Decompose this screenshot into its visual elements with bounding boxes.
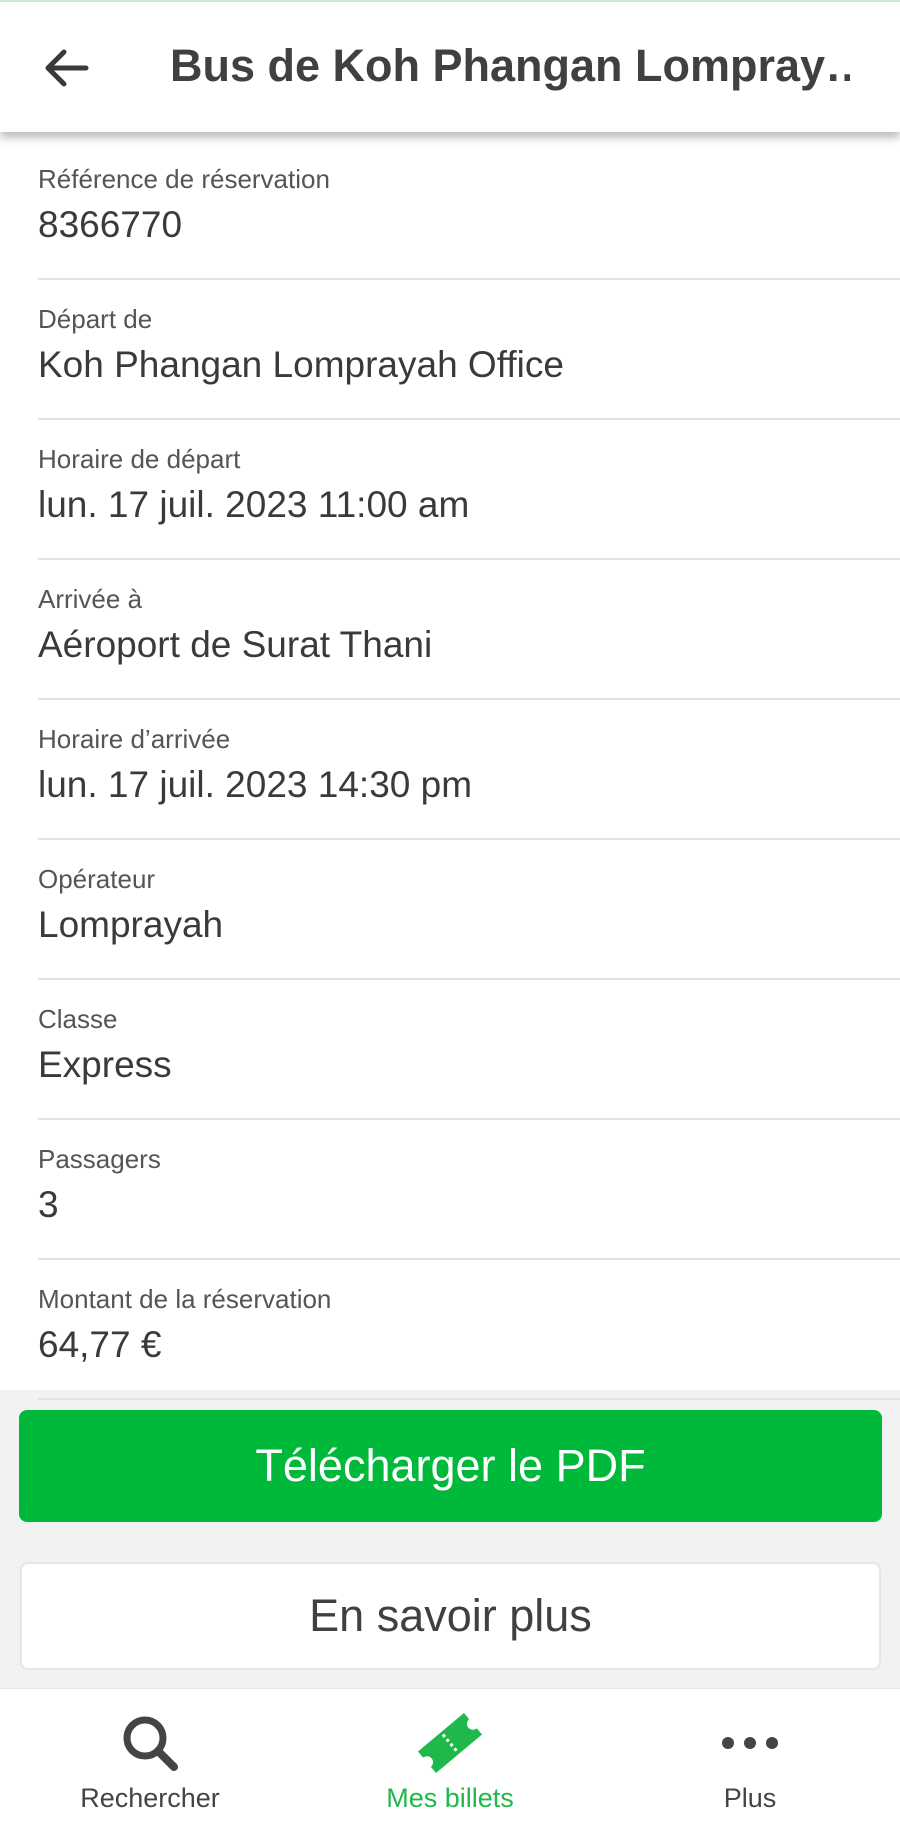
nav-item-search[interactable]: Rechercher: [0, 1689, 300, 1827]
nav-label-more: Plus: [723, 1783, 777, 1813]
bottom-navigation: Rechercher Mes billets Plus: [0, 1688, 900, 1827]
detail-value: lun. 17 juil. 2023 14:30 pm: [38, 764, 473, 805]
download-pdf-button[interactable]: Télécharger le PDF: [19, 1410, 882, 1522]
detail-label: Référence de réservation: [38, 164, 330, 194]
nav-item-more[interactable]: Plus: [600, 1689, 900, 1827]
detail-value: 8366770: [38, 204, 183, 245]
detail-row-arrival-at: Arrivée à Aéroport de Surat Thani: [38, 560, 900, 700]
learn-more-button[interactable]: En savoir plus: [20, 1562, 881, 1670]
detail-value: 64,77 €: [38, 1324, 162, 1365]
more-dots-icon: [710, 1707, 790, 1779]
detail-label: Arrivée à: [38, 584, 143, 614]
detail-label: Passagers: [38, 1144, 161, 1174]
nav-label-search: Rechercher: [80, 1783, 220, 1813]
ticket-icon: [410, 1707, 490, 1779]
detail-label: Horaire d’arrivée: [38, 724, 231, 754]
detail-value: Koh Phangan Lomprayah Office: [38, 344, 564, 385]
detail-label: Horaire de départ: [38, 444, 241, 474]
detail-value: Lomprayah: [38, 904, 224, 945]
detail-row-booking-amount: Montant de la réservation 64,77 €: [38, 1260, 900, 1400]
page-title: Bus de Koh Phangan Lompray…: [170, 40, 850, 91]
search-icon: [110, 1707, 190, 1779]
detail-value: Aéroport de Surat Thani: [38, 624, 433, 665]
detail-value: 3: [38, 1184, 59, 1225]
nav-item-my-tickets[interactable]: Mes billets: [300, 1689, 600, 1827]
detail-value: Express: [38, 1044, 172, 1085]
detail-label: Opérateur: [38, 864, 156, 894]
booking-details-screen: Bus de Koh Phangan Lompray… Référence de…: [0, 0, 900, 1827]
booking-details-list: Référence de réservation 8366770 Départ …: [0, 132, 900, 1400]
detail-row-arrival-time: Horaire d’arrivée lun. 17 juil. 2023 14:…: [38, 700, 900, 840]
detail-label: Classe: [38, 1004, 118, 1034]
back-button[interactable]: [30, 32, 102, 104]
detail-row-booking-reference: Référence de réservation 8366770: [38, 140, 900, 280]
detail-row-departure-from: Départ de Koh Phangan Lomprayah Office: [38, 280, 900, 420]
detail-row-departure-time: Horaire de départ lun. 17 juil. 2023 11:…: [38, 420, 900, 560]
detail-row-operator: Opérateur Lomprayah: [38, 840, 900, 980]
detail-value: lun. 17 juil. 2023 11:00 am: [38, 484, 470, 525]
arrow-left-icon: [45, 49, 89, 87]
detail-label: Montant de la réservation: [38, 1284, 332, 1314]
nav-label-my-tickets: Mes billets: [386, 1783, 514, 1813]
detail-label: Départ de: [38, 304, 153, 334]
detail-row-passengers: Passagers 3: [38, 1120, 900, 1260]
detail-row-class: Classe Express: [38, 980, 900, 1120]
app-header: Bus de Koh Phangan Lompray…: [0, 0, 900, 132]
